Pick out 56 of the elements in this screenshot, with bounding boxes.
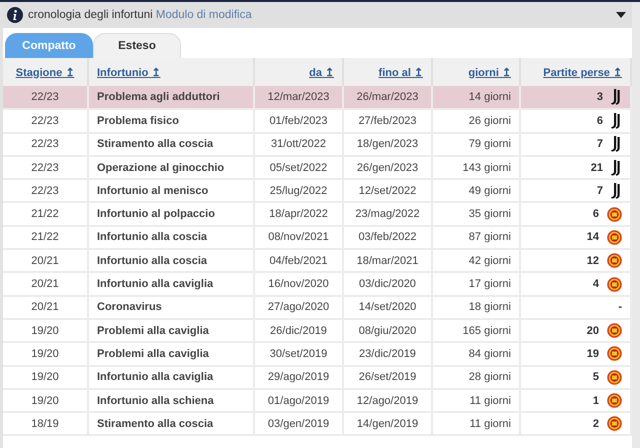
club-logo-icon [611, 160, 622, 176]
games-missed: 14 [586, 231, 599, 244]
games-missed: 21 [590, 162, 603, 174]
injury-row[interactable]: 20/21 Infortunio alla caviglia 16/nov/2020 03/dic/2020 17 giorni 4 [3, 272, 631, 296]
club-crest-icon [607, 253, 622, 268]
club-crest-icon [607, 323, 622, 338]
games-missed: 20 [586, 324, 599, 337]
injury-row[interactable]: 19/20 Problemi alla caviglia 30/set/2019 23/dic/2019 84 giorni 19 [3, 342, 631, 366]
club-crest-icon [607, 393, 622, 408]
games-missed: 1 [592, 394, 599, 406]
injury-row[interactable]: 22/23 Operazione al ginocchio 05/set/2022 26/gen/2023 143 giorni 21 [3, 156, 631, 180]
games-missed: 4 [592, 278, 599, 290]
club-crest-icon [607, 346, 622, 362]
until-date-cell: 14/gen/2019 [343, 412, 432, 436]
sort-header-link[interactable]: Infortunio ↥ [97, 66, 160, 78]
club-logo-icon [611, 136, 622, 152]
games-missed: 7 [596, 138, 603, 150]
injury-row[interactable]: 21/22 Infortunio alla coscia 08/nov/2021 03/feb/2022 87 giorni 14 [3, 226, 631, 250]
season-cell: 18/19 [3, 412, 88, 436]
games-missed: - [618, 301, 622, 314]
games-missed: 6 [596, 114, 603, 127]
games-missed: 3 [596, 91, 603, 104]
games-missed: 2 [592, 418, 599, 430]
club-logo-icon [611, 89, 622, 106]
games-missed: 7 [596, 184, 603, 197]
caret-icon[interactable] [616, 12, 626, 18]
injury-row[interactable]: 22/23 Infortunio al menisco 25/lug/2022 12/set/2022 49 giorni 7 [3, 179, 631, 202]
injury-row[interactable]: 22/23 Problema agli adduttori 12/mar/2023 26/mar/2023 14 giorni 3 [3, 86, 631, 110]
injury-row[interactable]: 20/21 Infortunio alla coscia 04/feb/2021 18/mar/2021 42 giorni 12 [3, 249, 631, 272]
days-cell: 11 giorni [432, 412, 520, 436]
club-logo-icon [611, 112, 622, 129]
injury-row[interactable]: 19/20 Problemi alla caviglia 26/dic/2019 08/giu/2020 165 giorni 20 [3, 318, 631, 342]
scrollbar[interactable] [632, 2, 640, 448]
games-missed: 19 [586, 348, 599, 360]
injury-row[interactable]: 21/22 Infortunio al polpaccio 18/apr/2022 23/mag/2022 35 giorni 6 [3, 202, 631, 226]
games-missed: 12 [586, 254, 599, 267]
club-logo-icon [611, 182, 622, 199]
club-crest-icon [607, 416, 622, 432]
sort-header-link[interactable]: da ↥ [309, 66, 334, 78]
injury-row[interactable]: 18/19 Stiramento alla coscia 03/gen/2019 14/gen/2019 11 giorni 2 [3, 412, 631, 436]
injury-row[interactable]: 22/23 Stiramento alla coscia 31/ott/2022 18/gen/2023 79 giorni 7 [3, 132, 631, 156]
injury-row[interactable]: 22/23 Problema fisico 01/feb/2023 27/feb/2023 26 giorni 6 [3, 109, 631, 133]
injury-cell: Stiramento alla coscia [88, 412, 254, 436]
injury-row[interactable]: 19/20 Infortunio alla schiena 01/ago/2019 12/ago/2019 11 giorni 1 [3, 388, 631, 412]
club-crest-icon [607, 276, 622, 292]
view-tab[interactable]: Esteso [93, 33, 181, 58]
section-title: cronologia degli infortuni Modulo di modifica [28, 9, 253, 21]
injury-row[interactable]: 19/20 Infortunio alla caviglia 29/ago/2019 26/set/2019 28 giorni 5 [3, 366, 631, 389]
games-missed: 6 [592, 208, 599, 220]
from-date-cell: 03/gen/2019 [254, 412, 343, 436]
club-crest-icon [607, 230, 622, 245]
club-crest-icon [607, 206, 622, 222]
injury-row[interactable]: 20/21 Coronavirus 27/ago/2020 14/set/2020 18 giorni - [3, 296, 631, 319]
games-missed: 5 [592, 371, 599, 384]
info-icon [7, 7, 23, 23]
club-crest-icon [607, 370, 622, 385]
